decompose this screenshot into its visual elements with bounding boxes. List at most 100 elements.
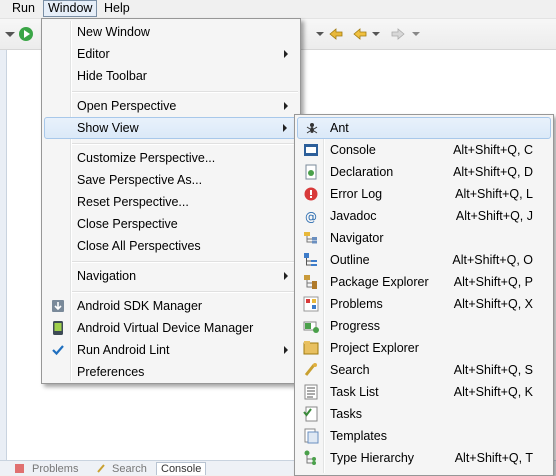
menu-separator	[72, 291, 298, 293]
view-item-label: Tasks	[330, 407, 362, 421]
dropdown-arrow-icon[interactable]	[312, 26, 328, 42]
lint-check-icon	[52, 345, 64, 356]
menu-window[interactable]: Window	[43, 0, 98, 17]
navigator-icon	[304, 232, 317, 244]
view-item-label: Progress	[330, 319, 381, 333]
view-item-label: Problems	[330, 297, 383, 311]
menu-item-new-window[interactable]: New Window	[44, 21, 298, 43]
submenu-arrow-icon	[283, 124, 287, 132]
menu-item-hide-toolbar[interactable]: Hide Toolbar	[44, 65, 298, 87]
view-item-declaration[interactable]: Declaration Alt+Shift+Q, D	[297, 161, 551, 183]
view-item-error-log[interactable]: Error Log Alt+Shift+Q, L	[297, 183, 551, 205]
view-item-javadoc[interactable]: @ Javadoc Alt+Shift+Q, J	[297, 205, 551, 227]
error-log-icon	[304, 187, 318, 201]
menu-item-save-perspective-as[interactable]: Save Perspective As...	[44, 169, 298, 191]
dropdown-arrow-icon[interactable]	[2, 26, 18, 42]
submenu-arrow-icon	[284, 50, 288, 58]
view-item-label: Task List	[330, 385, 379, 399]
view-item-shortcut: Alt+Shift+Q, K	[453, 385, 533, 399]
menu-item-close-all-perspectives[interactable]: Close All Perspectives	[44, 235, 298, 257]
menu-item-navigation[interactable]: Navigation	[44, 265, 298, 287]
view-item-label: Project Explorer	[330, 341, 419, 355]
task-list-icon	[304, 384, 318, 400]
console-icon	[304, 144, 318, 156]
menu-item-label: Run Android Lint	[77, 343, 170, 357]
menu-item-reset-perspective[interactable]: Reset Perspective...	[44, 191, 298, 213]
problems-icon	[303, 296, 319, 312]
type-hierarchy-icon	[304, 450, 316, 465]
view-item-console[interactable]: Console Alt+Shift+Q, C	[297, 139, 551, 161]
view-item-templates[interactable]: Templates	[297, 425, 551, 447]
view-item-ant[interactable]: Ant	[297, 117, 551, 139]
menu-item-editor[interactable]: Editor	[44, 43, 298, 65]
submenu-arrow-icon	[284, 102, 288, 110]
view-item-problems[interactable]: Problems Alt+Shift+Q, X	[297, 293, 551, 315]
tasks-icon	[303, 406, 318, 422]
menu-separator	[72, 143, 298, 145]
menu-item-label: Hide Toolbar	[77, 69, 147, 83]
view-item-tasks[interactable]: Tasks	[297, 403, 551, 425]
menu-item-preferences[interactable]: Preferences	[44, 361, 298, 383]
view-item-shortcut: Alt+Shift+Q, P	[453, 275, 533, 289]
menu-item-label: Editor	[77, 47, 110, 61]
menu-item-label: Preferences	[77, 365, 145, 379]
run-icon[interactable]	[18, 26, 34, 42]
android-sdk-manager-icon	[52, 300, 64, 312]
package-explorer-icon	[304, 275, 317, 289]
menu-item-label: Save Perspective As...	[77, 173, 203, 187]
left-panel-edge	[0, 50, 7, 460]
progress-icon	[303, 321, 319, 333]
view-item-label: Outline	[330, 253, 370, 267]
project-explorer-icon	[303, 341, 319, 355]
view-item-type-hierarchy[interactable]: Type Hierarchy Alt+Shift+Q, T	[297, 447, 551, 469]
svg-text:@: @	[305, 210, 317, 224]
menu-item-customize-perspective[interactable]: Customize Perspective...	[44, 147, 298, 169]
view-item-progress[interactable]: Progress	[297, 315, 551, 337]
problems-icon	[15, 464, 24, 473]
templates-icon	[304, 428, 319, 444]
back-icon[interactable]	[352, 26, 368, 42]
last-edit-location-icon[interactable]	[328, 26, 344, 42]
menu-item-label: Customize Perspective...	[77, 151, 216, 165]
submenu-arrow-icon	[284, 346, 288, 354]
menu-item-show-view[interactable]: Show View	[44, 117, 298, 139]
outline-icon	[304, 253, 317, 266]
view-item-shortcut: Alt+Shift+Q, L	[455, 187, 533, 201]
ant-icon	[306, 123, 318, 134]
menu-item-label: Android Virtual Device Manager	[77, 321, 254, 335]
menu-item-run-android-lint[interactable]: Run Android Lint	[44, 339, 298, 361]
view-item-search[interactable]: Search Alt+Shift+Q, S	[297, 359, 551, 381]
menu-item-android-sdk-manager[interactable]: Android SDK Manager	[44, 295, 298, 317]
view-item-shortcut: Alt+Shift+Q, O	[452, 253, 533, 267]
menu-help[interactable]: Help	[100, 1, 134, 16]
menu-item-label: Reset Perspective...	[77, 195, 189, 209]
view-item-package-explorer[interactable]: Package Explorer Alt+Shift+Q, P	[297, 271, 551, 293]
view-item-shortcut: Alt+Shift+Q, C	[453, 143, 533, 157]
tab-console[interactable]: Console	[156, 462, 207, 475]
dropdown-arrow-icon[interactable]	[368, 26, 384, 42]
menu-item-label: Close All Perspectives	[77, 239, 201, 253]
view-item-shortcut: Alt+Shift+Q, D	[453, 165, 533, 179]
view-item-label: Declaration	[330, 165, 394, 179]
view-item-shortcut: Alt+Shift+Q, J	[455, 209, 533, 223]
tab-search[interactable]: Search	[112, 463, 147, 475]
dropdown-arrow-icon[interactable]	[408, 26, 424, 42]
menu-item-android-virtual-device-manager[interactable]: Android Virtual Device Manager	[44, 317, 298, 339]
menu-item-open-perspective[interactable]: Open Perspective	[44, 95, 298, 117]
view-item-navigator[interactable]: Navigator	[297, 227, 551, 249]
forward-icon[interactable]	[390, 26, 406, 42]
view-item-outline[interactable]: Outline Alt+Shift+Q, O	[297, 249, 551, 271]
view-item-shortcut: Alt+Shift+Q, X	[453, 297, 533, 311]
menu-run[interactable]: Run	[8, 1, 39, 16]
tab-problems[interactable]: Problems	[32, 463, 78, 475]
view-item-task-list[interactable]: Task List Alt+Shift+Q, K	[297, 381, 551, 403]
menu-item-close-perspective[interactable]: Close Perspective	[44, 213, 298, 235]
search-icon	[97, 464, 105, 473]
view-item-label: Package Explorer	[330, 275, 429, 289]
view-item-project-explorer[interactable]: Project Explorer	[297, 337, 551, 359]
show-view-submenu: Ant Console Alt+Shift+Q, C Declaration A…	[294, 114, 554, 476]
android-device-icon	[53, 321, 63, 335]
view-item-label: Ant	[330, 121, 349, 135]
view-item-label: Error Log	[330, 187, 383, 201]
menu-separator	[72, 261, 298, 263]
